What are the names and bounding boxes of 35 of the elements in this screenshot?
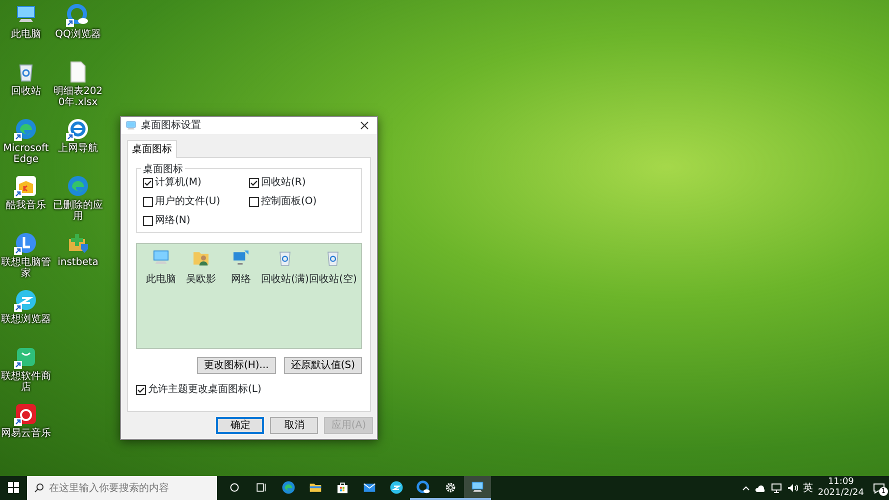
desktop-icon-label[interactable]: 酷我音乐 <box>1 200 51 211</box>
icon-label[interactable]: 吴欧影 <box>186 272 216 287</box>
search-field[interactable]: 在这里输入你要搜索的内容 <box>27 476 217 500</box>
desktop-icon-label[interactable]: QQ浏览器 <box>53 29 103 40</box>
icon-label[interactable]: 回收站(满) <box>261 272 309 287</box>
checkbox-label[interactable]: 网络(N) <box>155 213 190 228</box>
window-title: 桌面图标设置 <box>141 118 202 133</box>
checkbox-label[interactable]: 计算机(M) <box>155 175 202 190</box>
checkbox-label[interactable]: 回收站(R) <box>261 175 306 190</box>
icon-action-button[interactable]: 还原默认值(S) <box>284 357 362 374</box>
desktop-icon-label[interactable]: 上网导航 <box>53 143 103 154</box>
desktop-icon-label[interactable]: instbeta <box>53 257 103 268</box>
input-method-indicator[interactable]: 英 <box>802 480 813 496</box>
desktop-icon-label[interactable]: Microsoft Edge <box>1 143 51 165</box>
clock-time[interactable]: 11:09 <box>828 477 854 488</box>
desktop-icon-label[interactable]: 联想浏览器 <box>1 314 51 325</box>
desktop-icon-label[interactable]: 已删除的应用 <box>53 200 103 222</box>
desktop-icon-label[interactable]: 联想电脑管家 <box>1 257 51 279</box>
checkbox-label[interactable]: 允许主题更改桌面图标(L) <box>148 382 262 397</box>
dialog-button[interactable]: 取消 <box>270 417 318 434</box>
checkbox-label[interactable]: 控制面板(O) <box>261 194 317 209</box>
desktop-icon-label[interactable]: 网易云音乐 <box>1 428 51 439</box>
tab[interactable]: 桌面图标 <box>127 140 177 158</box>
icon-action-button[interactable]: 更改图标(H)... <box>196 357 276 374</box>
group-title: 桌面图标 <box>141 162 185 177</box>
clock-date[interactable]: 2021/2/24 <box>818 488 864 499</box>
checkbox-label[interactable]: 用户的文件(U) <box>155 194 220 209</box>
icon-label[interactable]: 网络 <box>231 272 251 287</box>
icon-label[interactable]: 此电脑 <box>146 272 176 287</box>
icon-label[interactable]: 回收站(空) <box>309 272 357 287</box>
desktop-icon-label[interactable]: 明细表2020年.xlsx <box>53 86 103 108</box>
dialog-button[interactable]: 确定 <box>216 417 264 434</box>
desktop-icon-label[interactable]: 回收站 <box>1 86 51 97</box>
desktop-icon-label[interactable]: 联想软件商店 <box>1 371 51 393</box>
desktop-icon-label[interactable]: 此电脑 <box>1 29 51 40</box>
